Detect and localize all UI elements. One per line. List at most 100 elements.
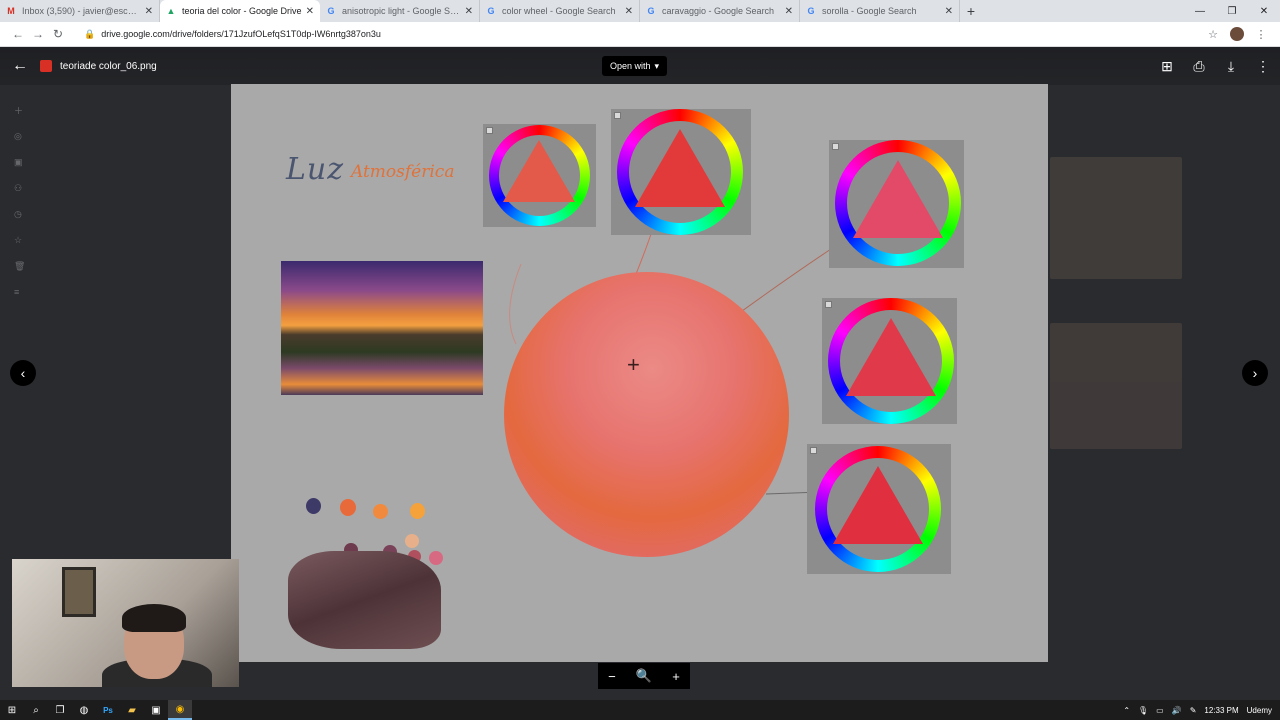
bookmark-star-icon[interactable]: ☆ xyxy=(1202,28,1224,41)
minimize-icon[interactable]: — xyxy=(1184,0,1216,22)
tab-title: teoria del color - Google Drive xyxy=(182,6,302,16)
open-with-button[interactable]: Open with ▾ xyxy=(602,56,668,76)
my-drive-icon: ▣ xyxy=(14,156,23,167)
tab-title: caravaggio - Google Search xyxy=(662,6,775,16)
palette-swatch xyxy=(373,504,388,519)
wall-picture-frame xyxy=(62,567,96,617)
tab-caravaggio[interactable]: G caravaggio - Google Search ✕ xyxy=(640,0,800,22)
tab-title: sorolla - Google Search xyxy=(822,6,917,16)
close-tab-icon[interactable]: ✕ xyxy=(785,6,793,17)
photoshop-icon[interactable]: Ps xyxy=(96,700,120,720)
next-file-button[interactable]: › xyxy=(1242,360,1268,386)
checkbox-icon xyxy=(614,112,621,119)
tab-sorolla[interactable]: G sorolla - Google Search ✕ xyxy=(800,0,960,22)
file-thumbnail xyxy=(1050,157,1182,279)
maximize-icon[interactable]: ❐ xyxy=(1216,0,1248,22)
close-tab-icon[interactable]: ✕ xyxy=(465,6,473,17)
clock[interactable]: 12:33 PM xyxy=(1204,706,1238,715)
volume-icon[interactable]: 🔊 xyxy=(1172,706,1182,715)
chrome-icon[interactable]: ◉ xyxy=(168,700,192,720)
tab-gmail[interactable]: M Inbox (3,590) - javier@escuelacs ✕ xyxy=(0,0,160,22)
tab-color-wheel[interactable]: G color wheel - Google Search ✕ xyxy=(480,0,640,22)
lit-sphere xyxy=(504,272,789,557)
close-tab-icon[interactable]: ✕ xyxy=(306,6,314,17)
new-tab-button[interactable]: + xyxy=(960,0,982,22)
connector-line xyxy=(730,248,832,320)
starred-icon: ☆ xyxy=(14,234,23,245)
rock-reference-image xyxy=(288,551,441,649)
pen-icon: ✎ xyxy=(1189,705,1197,715)
close-tab-icon[interactable]: ✕ xyxy=(945,6,953,17)
image-file-icon xyxy=(40,60,52,72)
avatar[interactable] xyxy=(1230,27,1244,41)
zoom-out-button[interactable]: − xyxy=(608,669,616,684)
close-window-icon[interactable]: ✕ xyxy=(1248,0,1280,22)
udemy-logo: Udemy xyxy=(1246,705,1272,715)
trash-icon: 🗑 xyxy=(14,260,26,271)
app-icon[interactable]: ▣ xyxy=(144,700,168,720)
close-tab-icon[interactable]: ✕ xyxy=(145,6,153,17)
checkbox-icon xyxy=(486,127,493,134)
reload-icon[interactable]: ↻ xyxy=(48,27,68,41)
app-icon[interactable]: ◍ xyxy=(72,700,96,720)
file-name: teoriade color_06.png xyxy=(60,60,157,72)
gmail-icon: M xyxy=(7,6,15,16)
google-icon: G xyxy=(487,6,495,16)
file-thumbnail xyxy=(1050,323,1182,449)
new-icon: ＋ xyxy=(14,105,24,116)
back-icon[interactable]: ← xyxy=(8,27,28,41)
close-tab-icon[interactable]: ✕ xyxy=(625,6,633,17)
drive-sidebar: ＋ ◎ ▣ ⚇ ◷ ☆ 🗑 ≡ xyxy=(14,97,164,305)
color-wheel-picker xyxy=(829,140,964,268)
shared-icon: ⚇ xyxy=(14,182,23,193)
tab-anisotropic-light[interactable]: G anisotropic light - Google Search ✕ xyxy=(320,0,480,22)
connector-line xyxy=(509,263,522,345)
viewer-toolbar: ⊞ ⎙ ⤓ ⋮ xyxy=(1158,47,1272,85)
palette-swatch xyxy=(340,499,356,516)
task-view-icon[interactable]: ❐ xyxy=(48,700,72,720)
open-with-label: Open with xyxy=(610,61,651,71)
tab-title: Inbox (3,590) - javier@escuelacs xyxy=(22,6,141,16)
previous-file-button[interactable]: ‹ xyxy=(10,360,36,386)
browser-tab-strip: M Inbox (3,590) - javier@escuelacs ✕ ▲ t… xyxy=(0,0,1280,22)
print-icon[interactable]: ⎙ xyxy=(1190,58,1208,75)
color-wheel-picker xyxy=(483,124,596,227)
checkbox-icon xyxy=(825,301,832,308)
color-wheel-picker xyxy=(807,444,951,574)
palette-swatch xyxy=(405,534,419,548)
webcam-overlay xyxy=(12,559,239,687)
more-options-icon[interactable]: ⋮ xyxy=(1254,58,1272,75)
download-icon[interactable]: ⤓ xyxy=(1222,58,1240,75)
recent-icon: ◷ xyxy=(14,208,22,219)
tab-google-drive[interactable]: ▲ teoria del color - Google Drive ✕ xyxy=(160,0,320,22)
connector-line xyxy=(635,233,652,275)
windows-start-icon[interactable]: ⊞ xyxy=(0,700,24,720)
palette-swatch xyxy=(429,551,443,565)
microphone-icon: 🎙 xyxy=(1138,705,1149,715)
google-icon: G xyxy=(327,6,335,16)
url-input[interactable]: 🔒 drive.google.com/drive/folders/171Jzuf… xyxy=(76,25,1194,44)
forward-icon[interactable]: → xyxy=(28,27,48,41)
back-arrow-icon[interactable]: ← xyxy=(0,57,40,75)
browser-menu-icon[interactable]: ⋮ xyxy=(1250,28,1272,41)
storage-icon: ≡ xyxy=(14,287,20,297)
lock-icon: 🔒 xyxy=(84,28,96,39)
add-comment-icon[interactable]: ⊞ xyxy=(1158,58,1176,75)
zoom-controls: − 🔍 + xyxy=(598,663,690,689)
chevron-up-icon[interactable]: ⌃ xyxy=(1123,706,1130,715)
url-text: drive.google.com/drive/folders/171JzufOL… xyxy=(101,29,381,39)
search-icon[interactable]: ⌕ xyxy=(24,700,48,720)
priority-icon: ◎ xyxy=(14,130,22,141)
google-icon: G xyxy=(807,6,815,16)
system-tray: ⌃ 🎙 ▭ 🔊 ✎ 12:33 PM Udemy xyxy=(1123,700,1272,720)
palette-swatch xyxy=(306,498,321,514)
color-wheel-picker xyxy=(611,109,751,235)
color-wheel-picker xyxy=(822,298,957,424)
tab-title: anisotropic light - Google Search xyxy=(342,6,461,16)
image-preview: Luz Atmosférica + xyxy=(231,84,1048,662)
zoom-in-button[interactable]: + xyxy=(672,669,680,684)
window-controls: — ❐ ✕ xyxy=(1184,0,1280,22)
google-icon: G xyxy=(647,6,655,16)
file-explorer-icon[interactable]: ▰ xyxy=(120,700,144,720)
presenter-hair xyxy=(122,604,186,632)
